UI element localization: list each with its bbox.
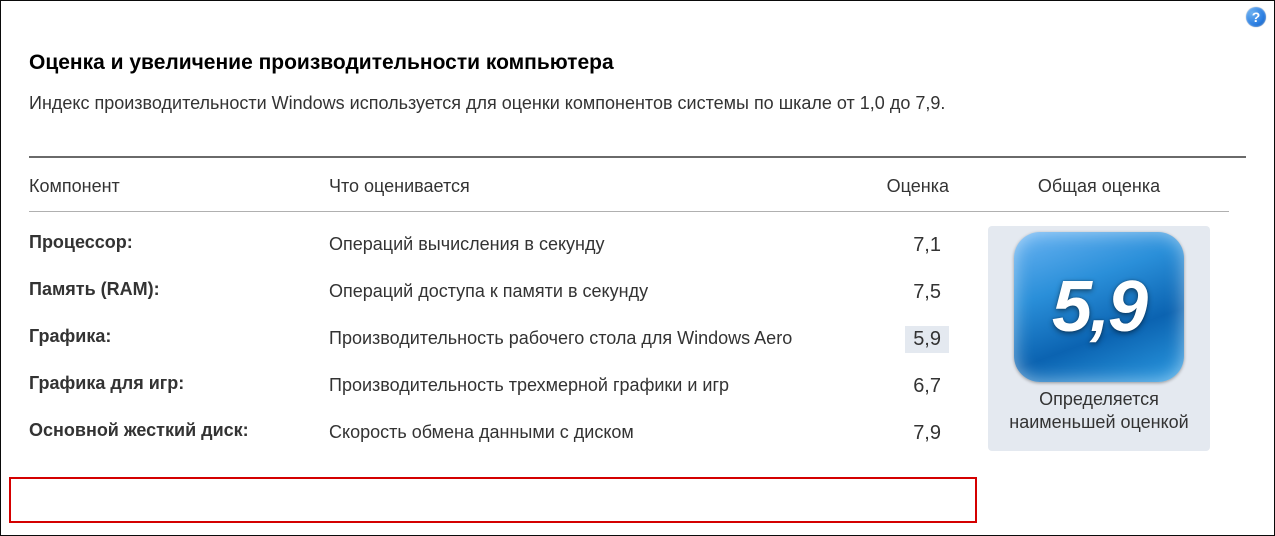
component-name: Память (RAM):	[29, 269, 329, 310]
component-score: 7,1	[859, 222, 969, 269]
page-subtitle: Индекс производительности Windows исполь…	[29, 93, 1246, 114]
content-area: Оценка и увеличение производительности к…	[1, 1, 1274, 467]
header-component: Компонент	[29, 172, 329, 211]
component-desc: Скорость обмена данными с диском	[329, 410, 859, 454]
component-desc: Производительность трехмерной графики и …	[329, 363, 859, 407]
header-overall: Общая оценка	[969, 172, 1229, 211]
overall-score-value: 5,9	[1052, 266, 1146, 348]
overall-score-caption: Определяется наименьшей оценкой	[994, 388, 1204, 435]
component-score-lowest: 5,9	[859, 316, 969, 363]
component-name: Графика:	[29, 316, 329, 357]
section-divider	[29, 156, 1246, 158]
overall-score-cell: 5,9 Определяется наименьшей оценкой	[969, 222, 1229, 451]
header-score: Оценка	[859, 172, 969, 211]
component-name: Основной жесткий диск:	[29, 410, 329, 451]
component-name: Процессор:	[29, 222, 329, 263]
scores-table: Компонент Что оценивается Оценка Общая о…	[29, 172, 1246, 457]
overall-score-box: 5,9 Определяется наименьшей оценкой	[988, 226, 1210, 451]
help-icon[interactable]: ?	[1246, 7, 1266, 27]
highlight-outline	[9, 477, 977, 523]
window-frame: { "help_tooltip": "?", "title": "Оценка …	[0, 0, 1275, 536]
component-desc: Производительность рабочего стола для Wi…	[329, 316, 859, 360]
component-name: Графика для игр:	[29, 363, 329, 404]
component-desc: Операций доступа к памяти в секунду	[329, 269, 859, 313]
overall-score-badge: 5,9	[1014, 232, 1184, 382]
component-score: 6,7	[859, 363, 969, 410]
component-score: 7,9	[859, 410, 969, 457]
component-desc: Операций вычисления в секунду	[329, 222, 859, 266]
header-separator	[29, 211, 1229, 212]
component-score: 7,5	[859, 269, 969, 316]
header-what: Что оценивается	[329, 172, 859, 211]
page-title: Оценка и увеличение производительности к…	[29, 51, 1246, 75]
